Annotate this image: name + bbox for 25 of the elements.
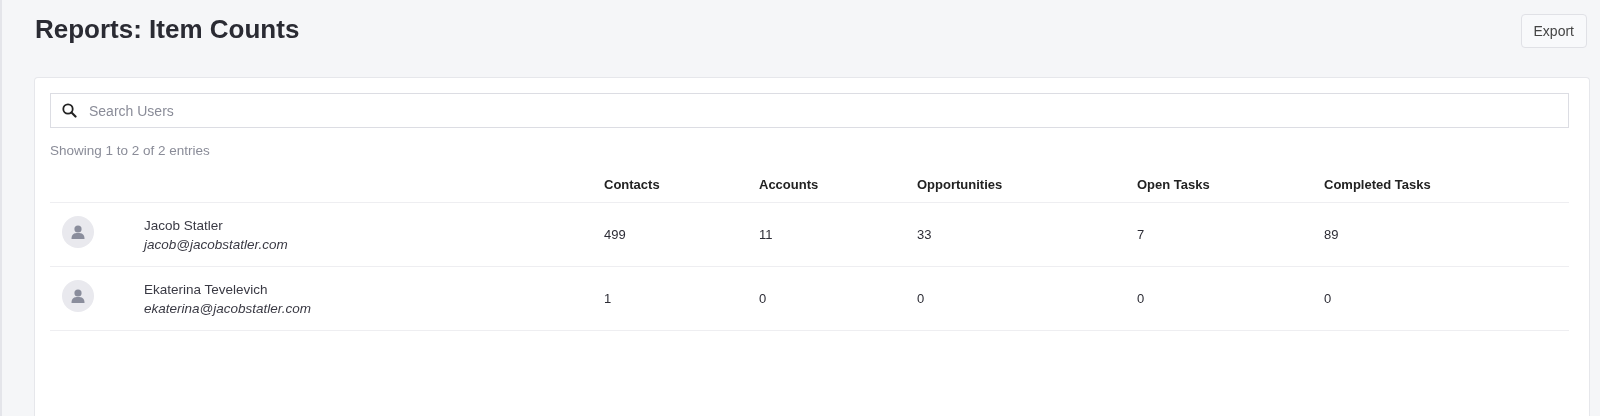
user-email: ekaterina@jacobstatler.com — [144, 300, 312, 316]
column-header: Contacts — [604, 176, 660, 192]
export-button[interactable]: Export — [1520, 14, 1587, 48]
table-cell: 0 — [917, 291, 925, 306]
table-cell: 0 — [1137, 291, 1145, 306]
user-email: jacob@jacobstatler.com — [144, 236, 288, 252]
entries-summary: Showing 1 to 2 of 2 entries — [50, 143, 211, 158]
table-cell: 11 — [759, 227, 773, 242]
column-header: Accounts — [759, 176, 819, 192]
avatar-icon — [62, 279, 94, 312]
table-cell: 7 — [1137, 227, 1145, 242]
table-cell: 89 — [1324, 227, 1339, 242]
page-title: Reports: Item Counts — [35, 14, 300, 45]
table-cell: 499 — [604, 227, 626, 242]
table-cell: 1 — [604, 291, 612, 306]
user-name: Jacob Statler — [144, 217, 224, 233]
column-header: Opportunities — [917, 176, 1003, 192]
table-cell: 33 — [917, 227, 932, 242]
column-header: Completed Tasks — [1324, 176, 1431, 192]
user-name: Ekaterina Tevelevich — [144, 281, 269, 297]
table-cell: 0 — [759, 291, 767, 306]
column-header: Open Tasks — [1137, 176, 1210, 192]
search-field[interactable]: Search Users — [50, 93, 1569, 128]
avatar-icon — [62, 215, 94, 248]
table-cell: 0 — [1324, 291, 1332, 306]
